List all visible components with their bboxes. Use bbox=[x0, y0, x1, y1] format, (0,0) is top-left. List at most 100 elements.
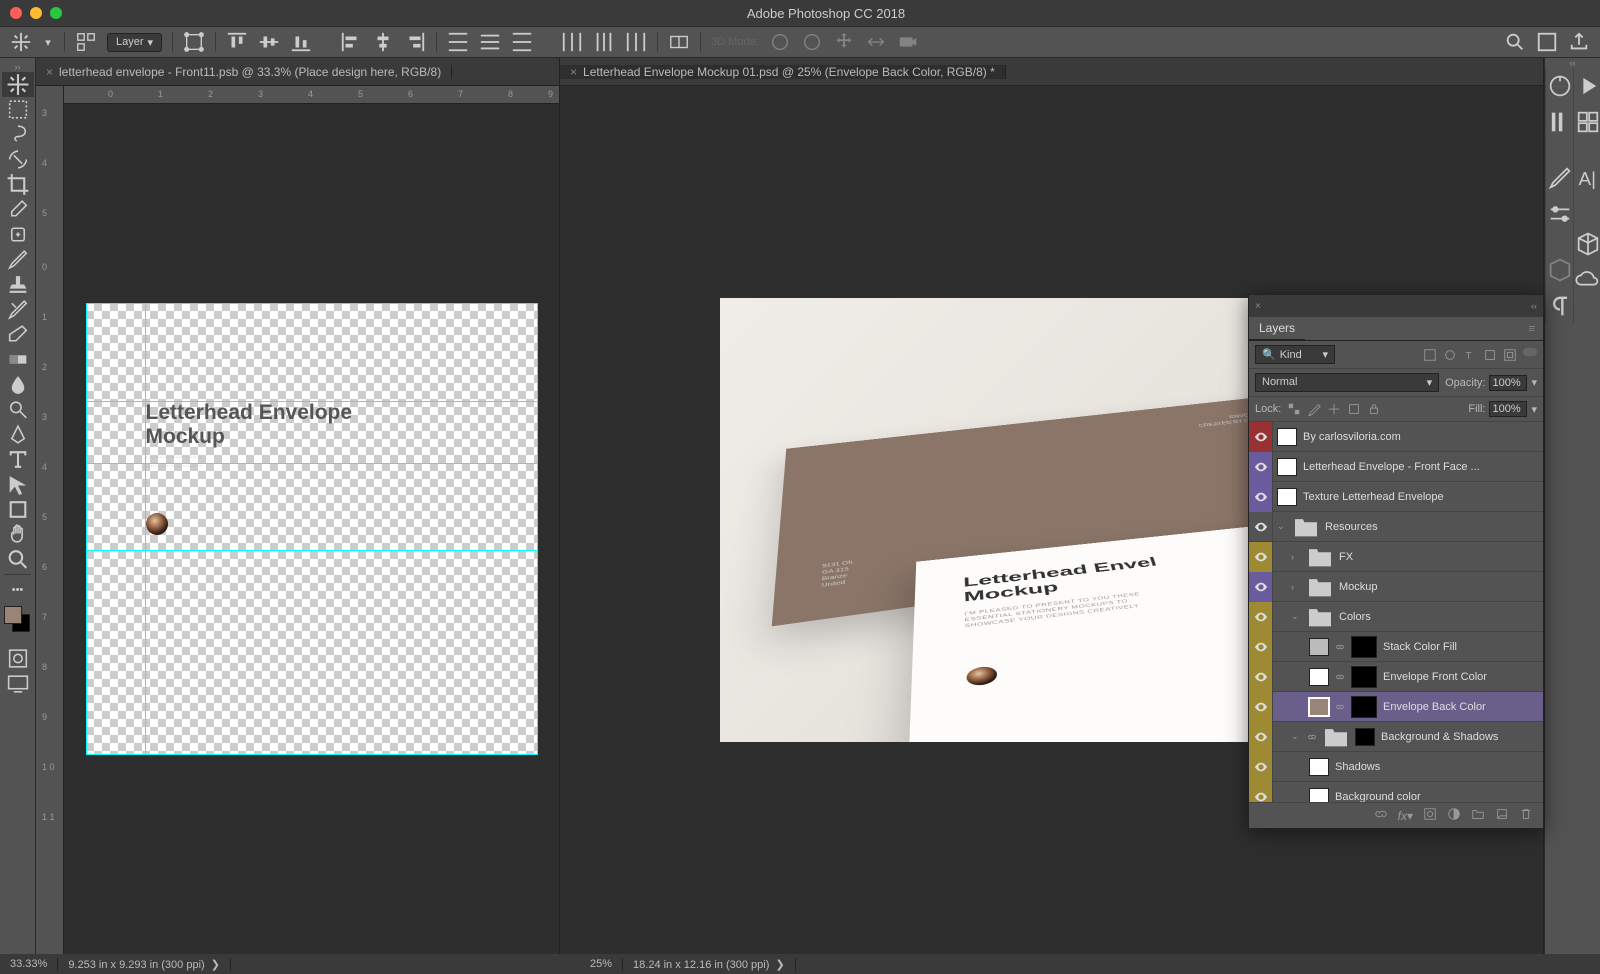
panel-collapse-icon[interactable]: ‹‹ bbox=[1545, 58, 1600, 68]
filter-pixel-icon[interactable] bbox=[1423, 348, 1437, 362]
folder-arrow-icon[interactable]: ⌄ bbox=[1291, 611, 1301, 622]
status-info-left[interactable]: 9.253 in x 9.293 in (300 ppi) ❯ bbox=[58, 958, 231, 971]
close-button[interactable] bbox=[10, 7, 22, 19]
layer-visibility-icon[interactable] bbox=[1249, 452, 1273, 482]
mask-icon[interactable] bbox=[1423, 807, 1437, 824]
move-tool[interactable] bbox=[2, 72, 34, 97]
align-top-icon[interactable] bbox=[226, 31, 248, 53]
layer-row[interactable]: ⌄Resources bbox=[1249, 512, 1543, 542]
layer-row[interactable]: Texture Letterhead Envelope bbox=[1249, 482, 1543, 512]
layer-thumbnail[interactable] bbox=[1309, 758, 1329, 776]
filter-kind-dropdown[interactable]: 🔍Kind▾ bbox=[1255, 345, 1335, 364]
lock-all-icon[interactable] bbox=[1367, 402, 1381, 416]
link-icon[interactable] bbox=[1335, 702, 1345, 712]
lasso-tool[interactable] bbox=[2, 122, 34, 147]
color-swatches[interactable] bbox=[0, 602, 35, 646]
marquee-tool[interactable] bbox=[2, 97, 34, 122]
layer-thumbnail[interactable] bbox=[1277, 458, 1297, 476]
panel-close-icon[interactable]: × bbox=[1255, 301, 1261, 312]
libraries-icon[interactable] bbox=[1574, 230, 1600, 258]
layer-name-label[interactable]: Envelope Front Color bbox=[1383, 671, 1487, 683]
quickmask-icon[interactable] bbox=[2, 646, 34, 671]
align-right-icon[interactable] bbox=[404, 31, 426, 53]
layer-visibility-icon[interactable] bbox=[1249, 572, 1273, 602]
align-hcenter-icon[interactable] bbox=[372, 31, 394, 53]
layer-thumbnail[interactable] bbox=[1309, 698, 1329, 716]
status-info-right[interactable]: 18.24 in x 12.16 in (300 ppi) ❯ bbox=[623, 958, 796, 971]
layer-thumbnail[interactable] bbox=[1309, 788, 1329, 803]
guide[interactable] bbox=[537, 303, 538, 755]
screenmode-icon[interactable] bbox=[2, 671, 34, 696]
guide[interactable] bbox=[145, 303, 146, 755]
layer-name-label[interactable]: Background color bbox=[1335, 791, 1421, 803]
filter-smart-icon[interactable] bbox=[1503, 348, 1517, 362]
adjustments-icon[interactable] bbox=[1546, 200, 1574, 228]
filter-shape-icon[interactable] bbox=[1483, 348, 1497, 362]
guide[interactable] bbox=[86, 754, 538, 755]
fill-chevron[interactable]: ▾ bbox=[1531, 403, 1537, 416]
layer-visibility-icon[interactable] bbox=[1249, 632, 1273, 662]
status-zoom-left[interactable]: 33.33% bbox=[0, 958, 58, 971]
layer-name-label[interactable]: Envelope Back Color bbox=[1383, 701, 1486, 713]
zoom-tool[interactable] bbox=[2, 547, 34, 572]
layer-mask-thumb[interactable] bbox=[1355, 728, 1375, 746]
trash-icon[interactable] bbox=[1519, 807, 1533, 824]
layers-tab[interactable]: Layers bbox=[1249, 317, 1305, 340]
move-options-chevron[interactable]: ▾ bbox=[42, 31, 54, 53]
document-tab[interactable]: × Letterhead Envelope Mockup 01.psd @ 25… bbox=[560, 65, 1006, 79]
panel-collapse-icon[interactable]: ‹‹ bbox=[1531, 301, 1537, 311]
filter-toggle[interactable] bbox=[1523, 348, 1537, 356]
shape-tool[interactable] bbox=[2, 497, 34, 522]
guide[interactable] bbox=[86, 550, 538, 551]
layer-name-label[interactable]: Colors bbox=[1339, 611, 1371, 623]
layer-name-label[interactable]: FX bbox=[1339, 551, 1353, 563]
auto-select-icon[interactable] bbox=[75, 31, 97, 53]
link-icon[interactable] bbox=[1335, 672, 1345, 682]
fill-input[interactable] bbox=[1489, 401, 1527, 417]
layer-visibility-icon[interactable] bbox=[1249, 482, 1273, 512]
path-select-tool[interactable] bbox=[2, 472, 34, 497]
layer-row[interactable]: By carlosviloria.com bbox=[1249, 422, 1543, 452]
layer-visibility-icon[interactable] bbox=[1249, 662, 1273, 692]
swatches-panel-icon[interactable] bbox=[1574, 108, 1600, 136]
transform-controls-icon[interactable] bbox=[183, 31, 205, 53]
link-layers-icon[interactable] bbox=[1374, 807, 1388, 824]
history-panel-icon[interactable] bbox=[1574, 72, 1600, 100]
minimize-button[interactable] bbox=[30, 7, 42, 19]
layer-row[interactable]: Stack Color Fill bbox=[1249, 632, 1543, 662]
layer-mask-thumb[interactable] bbox=[1351, 666, 1377, 688]
layer-thumbnail[interactable] bbox=[1309, 638, 1329, 656]
layer-row[interactable]: Envelope Front Color bbox=[1249, 662, 1543, 692]
brush-tool[interactable] bbox=[2, 247, 34, 272]
layer-row[interactable]: ›Mockup bbox=[1249, 572, 1543, 602]
distribute-hcenter-icon[interactable] bbox=[593, 31, 615, 53]
distribute-vcenter-icon[interactable] bbox=[479, 31, 501, 53]
hand-tool[interactable] bbox=[2, 522, 34, 547]
align-vcenter-icon[interactable] bbox=[258, 31, 280, 53]
layer-thumbnail[interactable] bbox=[1277, 428, 1297, 446]
auto-select-dropdown[interactable]: Layer▾ bbox=[107, 33, 162, 52]
glyphs-icon[interactable]: A| bbox=[1574, 164, 1600, 192]
history-brush-tool[interactable] bbox=[2, 297, 34, 322]
layer-name-label[interactable]: Shadows bbox=[1335, 761, 1380, 773]
toolbox-collapse-icon[interactable]: ›› bbox=[2, 62, 34, 72]
layer-name-label[interactable]: Texture Letterhead Envelope bbox=[1303, 491, 1444, 503]
distribute-top-icon[interactable] bbox=[447, 31, 469, 53]
layer-visibility-icon[interactable] bbox=[1249, 722, 1273, 752]
healing-tool[interactable] bbox=[2, 222, 34, 247]
group-icon[interactable] bbox=[1471, 807, 1485, 824]
stamp-tool[interactable] bbox=[2, 272, 34, 297]
cloud-icon[interactable] bbox=[1574, 266, 1600, 294]
document-tab[interactable]: × letterhead envelope - Front11.psb @ 33… bbox=[36, 65, 452, 79]
distribute-bottom-icon[interactable] bbox=[511, 31, 533, 53]
layer-row[interactable]: ⌄Background & Shadows bbox=[1249, 722, 1543, 752]
layer-row[interactable]: › FX bbox=[1249, 542, 1543, 572]
crop-tool[interactable] bbox=[2, 172, 34, 197]
brushes-panel-icon[interactable] bbox=[1546, 164, 1574, 192]
folder-arrow-icon[interactable]: › bbox=[1291, 552, 1301, 562]
ruler-vertical[interactable]: 3 4 5 0 1 2 3 4 5 6 7 8 9 1 0 1 bbox=[36, 104, 64, 954]
layer-name-label[interactable]: Letterhead Envelope - Front Face ... bbox=[1303, 461, 1480, 473]
layer-name-label[interactable]: Mockup bbox=[1339, 581, 1378, 593]
maximize-button[interactable] bbox=[50, 7, 62, 19]
align-bottom-icon[interactable] bbox=[290, 31, 312, 53]
